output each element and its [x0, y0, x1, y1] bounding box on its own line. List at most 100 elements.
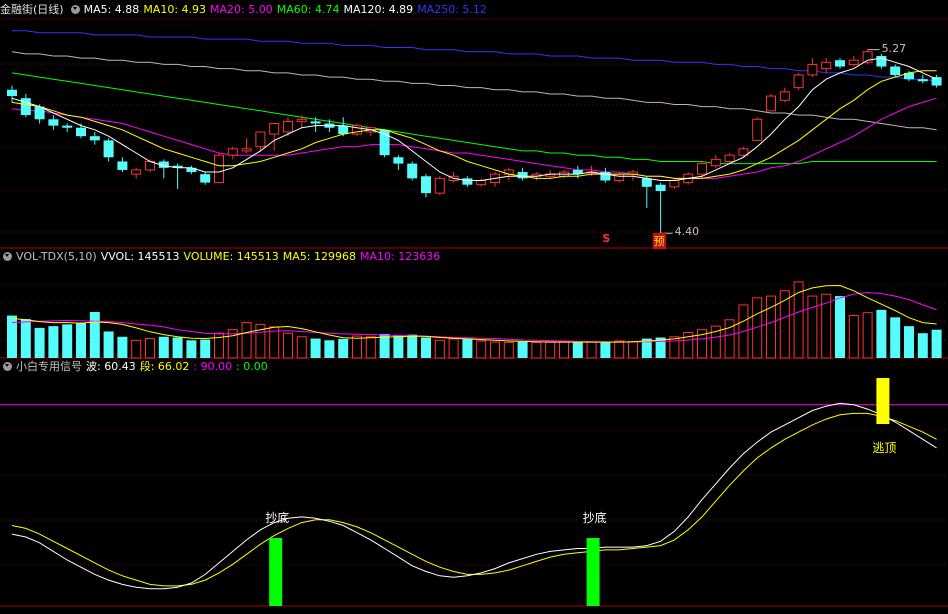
volume-bar: [76, 322, 86, 358]
main-price-panel[interactable]: [7, 30, 942, 234]
volume-bar: [62, 324, 73, 358]
low-price-label: 4.40: [674, 225, 700, 239]
volume-bar: [407, 334, 418, 358]
volume-bar: [145, 338, 155, 359]
volume-bar: [862, 312, 873, 359]
volume-bar: [572, 342, 583, 358]
volume-bar: [476, 340, 487, 359]
volume-bar: [393, 335, 404, 358]
dropdown-icon[interactable]: [3, 252, 12, 261]
candle-body: [103, 140, 114, 158]
ma10-label: MA10: 4.93: [143, 3, 207, 16]
volume-bar: [628, 341, 638, 359]
yu-signal-mark: 预: [652, 233, 666, 249]
candle-body: [7, 89, 17, 97]
dropdown-icon[interactable]: [3, 362, 12, 371]
duan-label: 段: 66.02: [139, 360, 190, 373]
candle-body: [890, 66, 901, 75]
volume-bar: [876, 309, 887, 358]
candle-body: [917, 79, 928, 82]
vol-ma10-label: MA10: 123636: [360, 250, 441, 263]
volume-bar: [931, 329, 942, 358]
volume-bar: [324, 340, 335, 358]
ma20-label: MA20: 5.00: [210, 3, 273, 16]
volume-bar: [310, 338, 321, 358]
volume-bar: [158, 336, 169, 358]
volume-panel[interactable]: [7, 281, 942, 359]
volume-bar: [131, 339, 142, 359]
candle-body: [200, 174, 211, 183]
candle-body: [779, 91, 790, 101]
line90-label: : 90.00: [193, 360, 233, 373]
volume-label: VOLUME: 145513: [183, 250, 279, 263]
volume-bar: [283, 332, 293, 359]
indicator-panel[interactable]: [0, 378, 948, 606]
volume-bar: [586, 341, 597, 359]
volume-bar: [103, 331, 114, 358]
candle-body: [807, 63, 818, 76]
candle-body: [48, 119, 59, 126]
volume-bar: [531, 341, 542, 359]
volume-bar: [352, 335, 362, 359]
candle-body: [710, 158, 721, 167]
candle-body: [655, 184, 666, 192]
high-price-label: 5.27: [881, 41, 907, 55]
volume-bar: [448, 338, 459, 359]
volume-bar: [462, 338, 473, 358]
volume-bar: [669, 336, 680, 359]
main-panel-header: 金融街(日线) MA5: 4.88 MA10: 4.93 MA20: 5.00 MA60…: [0, 2, 491, 18]
volume-bar: [848, 315, 859, 359]
sell-signal-bar: [876, 378, 890, 424]
ma250-line: [12, 30, 937, 82]
candle-body: [310, 121, 321, 124]
volume-bar: [241, 322, 252, 359]
indicator-name: 小白专用信号: [16, 360, 82, 373]
buy-signal-label-1: 抄底: [265, 511, 290, 525]
volume-bar: [48, 326, 59, 358]
volume-bar: [20, 319, 31, 358]
volume-bar: [559, 341, 569, 359]
volume-bar: [890, 317, 901, 358]
candle-body: [614, 173, 625, 181]
ma5-label: MA5: 4.88: [83, 3, 140, 16]
candle-body: [421, 176, 431, 194]
vol-indicator-name: VOL-TDX(5,10): [16, 250, 97, 263]
ma60-label: MA60: 4.74: [276, 3, 340, 16]
candle-body: [793, 74, 804, 89]
candle-body: [738, 148, 749, 156]
sell-signal-label: 逃顶: [872, 441, 897, 455]
candle-body: [241, 148, 252, 152]
s-signal-mark: S: [602, 232, 611, 245]
ma120-line: [11, 51, 937, 131]
grid-layer: [0, 18, 948, 607]
volume-bar: [835, 296, 845, 358]
volume-bar: [421, 337, 431, 358]
ma120-label: MA120: 4.89: [343, 3, 414, 16]
candle-body: [76, 127, 86, 137]
candle-body: [296, 118, 307, 122]
bo-label: 波: 60.43: [86, 360, 136, 373]
volume-bar: [34, 327, 45, 358]
volume-bar: [724, 319, 735, 359]
volume-bar: [793, 281, 804, 359]
stock-chart-canvas[interactable]: [0, 0, 948, 614]
candle-body: [766, 95, 776, 112]
candle-body: [434, 177, 445, 194]
candle-body: [876, 55, 887, 67]
buy-signal-bar: [269, 538, 283, 606]
bo-line: [11, 402, 937, 590]
volume-bar: [117, 336, 128, 358]
candle-body: [407, 163, 418, 179]
volume-bar: [490, 341, 500, 359]
dropdown-icon[interactable]: [70, 5, 80, 14]
volume-bar: [338, 338, 349, 358]
candle-body: [669, 179, 680, 188]
volume-bar: [186, 340, 197, 358]
volume-bar: [600, 342, 611, 358]
buy-signal-bar: [586, 538, 600, 606]
candle-body: [20, 98, 31, 116]
indicator-panel-header: 小白专用信号 波: 60.43 段: 66.02: 90.00: 0.00: [0, 359, 272, 375]
candle-body: [117, 161, 128, 170]
candle-body: [641, 178, 652, 187]
candle-body: [724, 154, 735, 162]
